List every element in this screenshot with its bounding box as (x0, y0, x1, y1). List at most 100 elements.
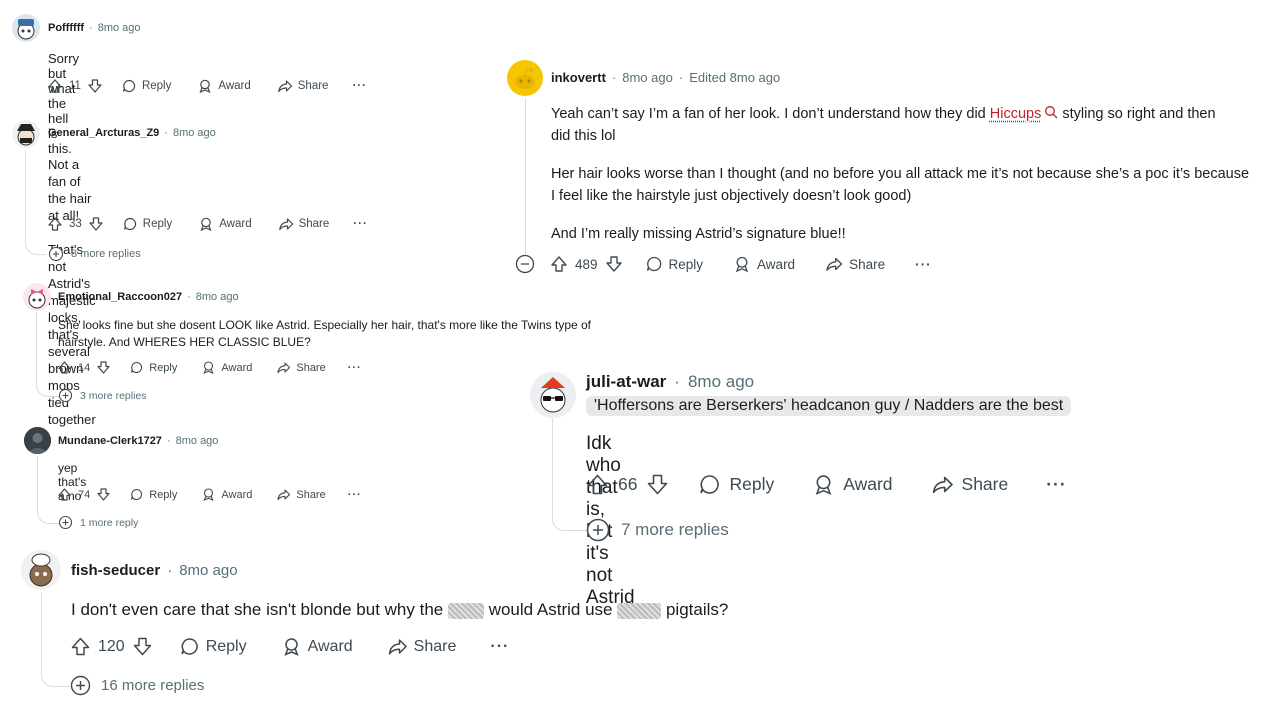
downvote-button[interactable] (132, 636, 153, 657)
more-options-icon[interactable]: ··· (348, 489, 362, 501)
more-replies-button[interactable]: 16 more replies (70, 675, 204, 696)
username[interactable]: inkovertt (551, 70, 606, 85)
award-button[interactable]: Award (201, 487, 252, 502)
downvote-button[interactable] (88, 216, 104, 232)
reply-button[interactable]: Reply (698, 473, 774, 496)
thread-line (525, 98, 526, 255)
timestamp[interactable]: 8mo ago (622, 70, 673, 85)
username[interactable]: fish-seducer (71, 562, 160, 579)
username[interactable]: Emotional_Raccoon027 (58, 291, 182, 303)
share-button[interactable]: Share (277, 78, 328, 94)
username[interactable]: Poffffff (48, 22, 84, 34)
upvote-button[interactable] (47, 216, 63, 232)
username[interactable]: Mundane-Clerk1727 (58, 435, 162, 447)
more-options-icon[interactable]: ··· (353, 218, 368, 230)
downvote-icon (88, 79, 102, 93)
avatar[interactable] (12, 120, 40, 148)
timestamp[interactable]: 8mo ago (688, 372, 754, 392)
username[interactable]: General_Arcturas_Z9 (48, 127, 159, 139)
collapse-thread-button[interactable] (515, 254, 535, 274)
award-label: Award (221, 488, 253, 501)
reply-button[interactable]: Reply (645, 255, 704, 273)
upvote-button[interactable] (47, 78, 63, 94)
avatar[interactable] (23, 283, 51, 311)
upvote-button[interactable] (57, 487, 72, 502)
award-button[interactable]: Award (812, 473, 893, 496)
username[interactable]: juli-at-war (586, 372, 666, 392)
award-button[interactable]: Award (197, 78, 251, 94)
award-button[interactable]: Award (733, 255, 795, 273)
timestamp[interactable]: 8mo ago (98, 22, 141, 34)
award-button[interactable]: Award (201, 360, 252, 375)
comment-text: pigtails? (665, 600, 729, 619)
timestamp[interactable]: 8mo ago (176, 435, 219, 447)
award-button[interactable]: Award (281, 636, 353, 657)
upvote-button[interactable] (70, 636, 91, 657)
avatar[interactable] (530, 372, 576, 418)
share-button[interactable]: Share (825, 255, 885, 273)
expand-plus-icon (58, 388, 73, 403)
expand-plus-icon (70, 675, 91, 696)
reply-button[interactable]: Reply (179, 636, 247, 657)
downvote-button[interactable] (87, 78, 103, 94)
more-options-icon[interactable]: ··· (915, 257, 932, 272)
comment-paragraph: Her hair looks worse than I thought (and… (551, 166, 1250, 204)
downvote-button[interactable] (96, 487, 111, 502)
award-button[interactable]: Award (198, 216, 252, 232)
separator-dot: · (674, 372, 680, 391)
action-bar: 66 Reply Award Share ··· (586, 473, 1067, 496)
upvote-button[interactable] (550, 255, 568, 273)
award-icon (735, 256, 749, 273)
downvote-button[interactable] (605, 255, 623, 273)
more-options-icon[interactable]: ··· (352, 80, 367, 92)
reply-label: Reply (668, 256, 704, 272)
downvote-button[interactable] (646, 473, 669, 496)
share-label: Share (296, 488, 326, 501)
expand-plus-icon (58, 515, 73, 530)
upvote-button[interactable] (57, 360, 72, 375)
reply-label: Reply (205, 637, 247, 655)
comment-text: I don't even care that she isn't blonde … (71, 600, 444, 619)
reply-button[interactable]: Reply (129, 487, 177, 502)
expand-plus-icon (48, 246, 64, 262)
comment-paragraph: She looks fine but she dosent LOOK like … (58, 318, 592, 349)
upvote-button[interactable] (586, 473, 609, 496)
avatar[interactable] (12, 14, 40, 42)
more-replies-button[interactable]: 8 more replies (48, 246, 141, 262)
comment-header: Emotional_Raccoon027 · 8mo ago (58, 291, 239, 303)
avatar[interactable] (24, 427, 51, 454)
search-link[interactable]: Hiccups (990, 106, 1059, 122)
share-button[interactable]: Share (278, 216, 329, 232)
reply-button[interactable]: Reply (121, 78, 171, 94)
search-icon (1045, 106, 1058, 119)
avatar[interactable] (507, 60, 543, 96)
award-label: Award (221, 361, 253, 374)
more-options-icon[interactable]: ··· (348, 362, 362, 374)
reply-icon (122, 79, 136, 93)
timestamp[interactable]: 8mo ago (173, 127, 216, 139)
share-icon (932, 476, 953, 494)
share-button[interactable]: Share (276, 487, 326, 502)
timestamp[interactable]: 8mo ago (179, 562, 237, 579)
reply-icon (123, 217, 136, 231)
vote-count: 74 (78, 488, 91, 501)
more-replies-label: 1 more reply (80, 516, 139, 529)
more-options-icon[interactable]: ··· (490, 638, 509, 656)
reply-icon (700, 475, 720, 494)
vote-count: 489 (575, 256, 598, 272)
downvote-button[interactable] (96, 360, 111, 375)
reply-label: Reply (729, 474, 775, 494)
more-options-icon[interactable]: ··· (1046, 474, 1066, 495)
share-button[interactable]: Share (276, 360, 326, 375)
share-button[interactable]: Share (931, 473, 1008, 496)
timestamp[interactable]: 8mo ago (196, 291, 239, 303)
more-replies-button[interactable]: 3 more replies (58, 388, 147, 403)
avatar[interactable] (21, 550, 61, 590)
more-replies-button[interactable]: 1 more reply (58, 515, 138, 530)
reply-label: Reply (141, 80, 172, 92)
share-button[interactable]: Share (387, 636, 456, 657)
reply-button[interactable]: Reply (122, 216, 172, 232)
more-replies-button[interactable]: 7 more replies (586, 518, 729, 542)
share-icon (388, 639, 407, 655)
reply-button[interactable]: Reply (129, 360, 177, 375)
